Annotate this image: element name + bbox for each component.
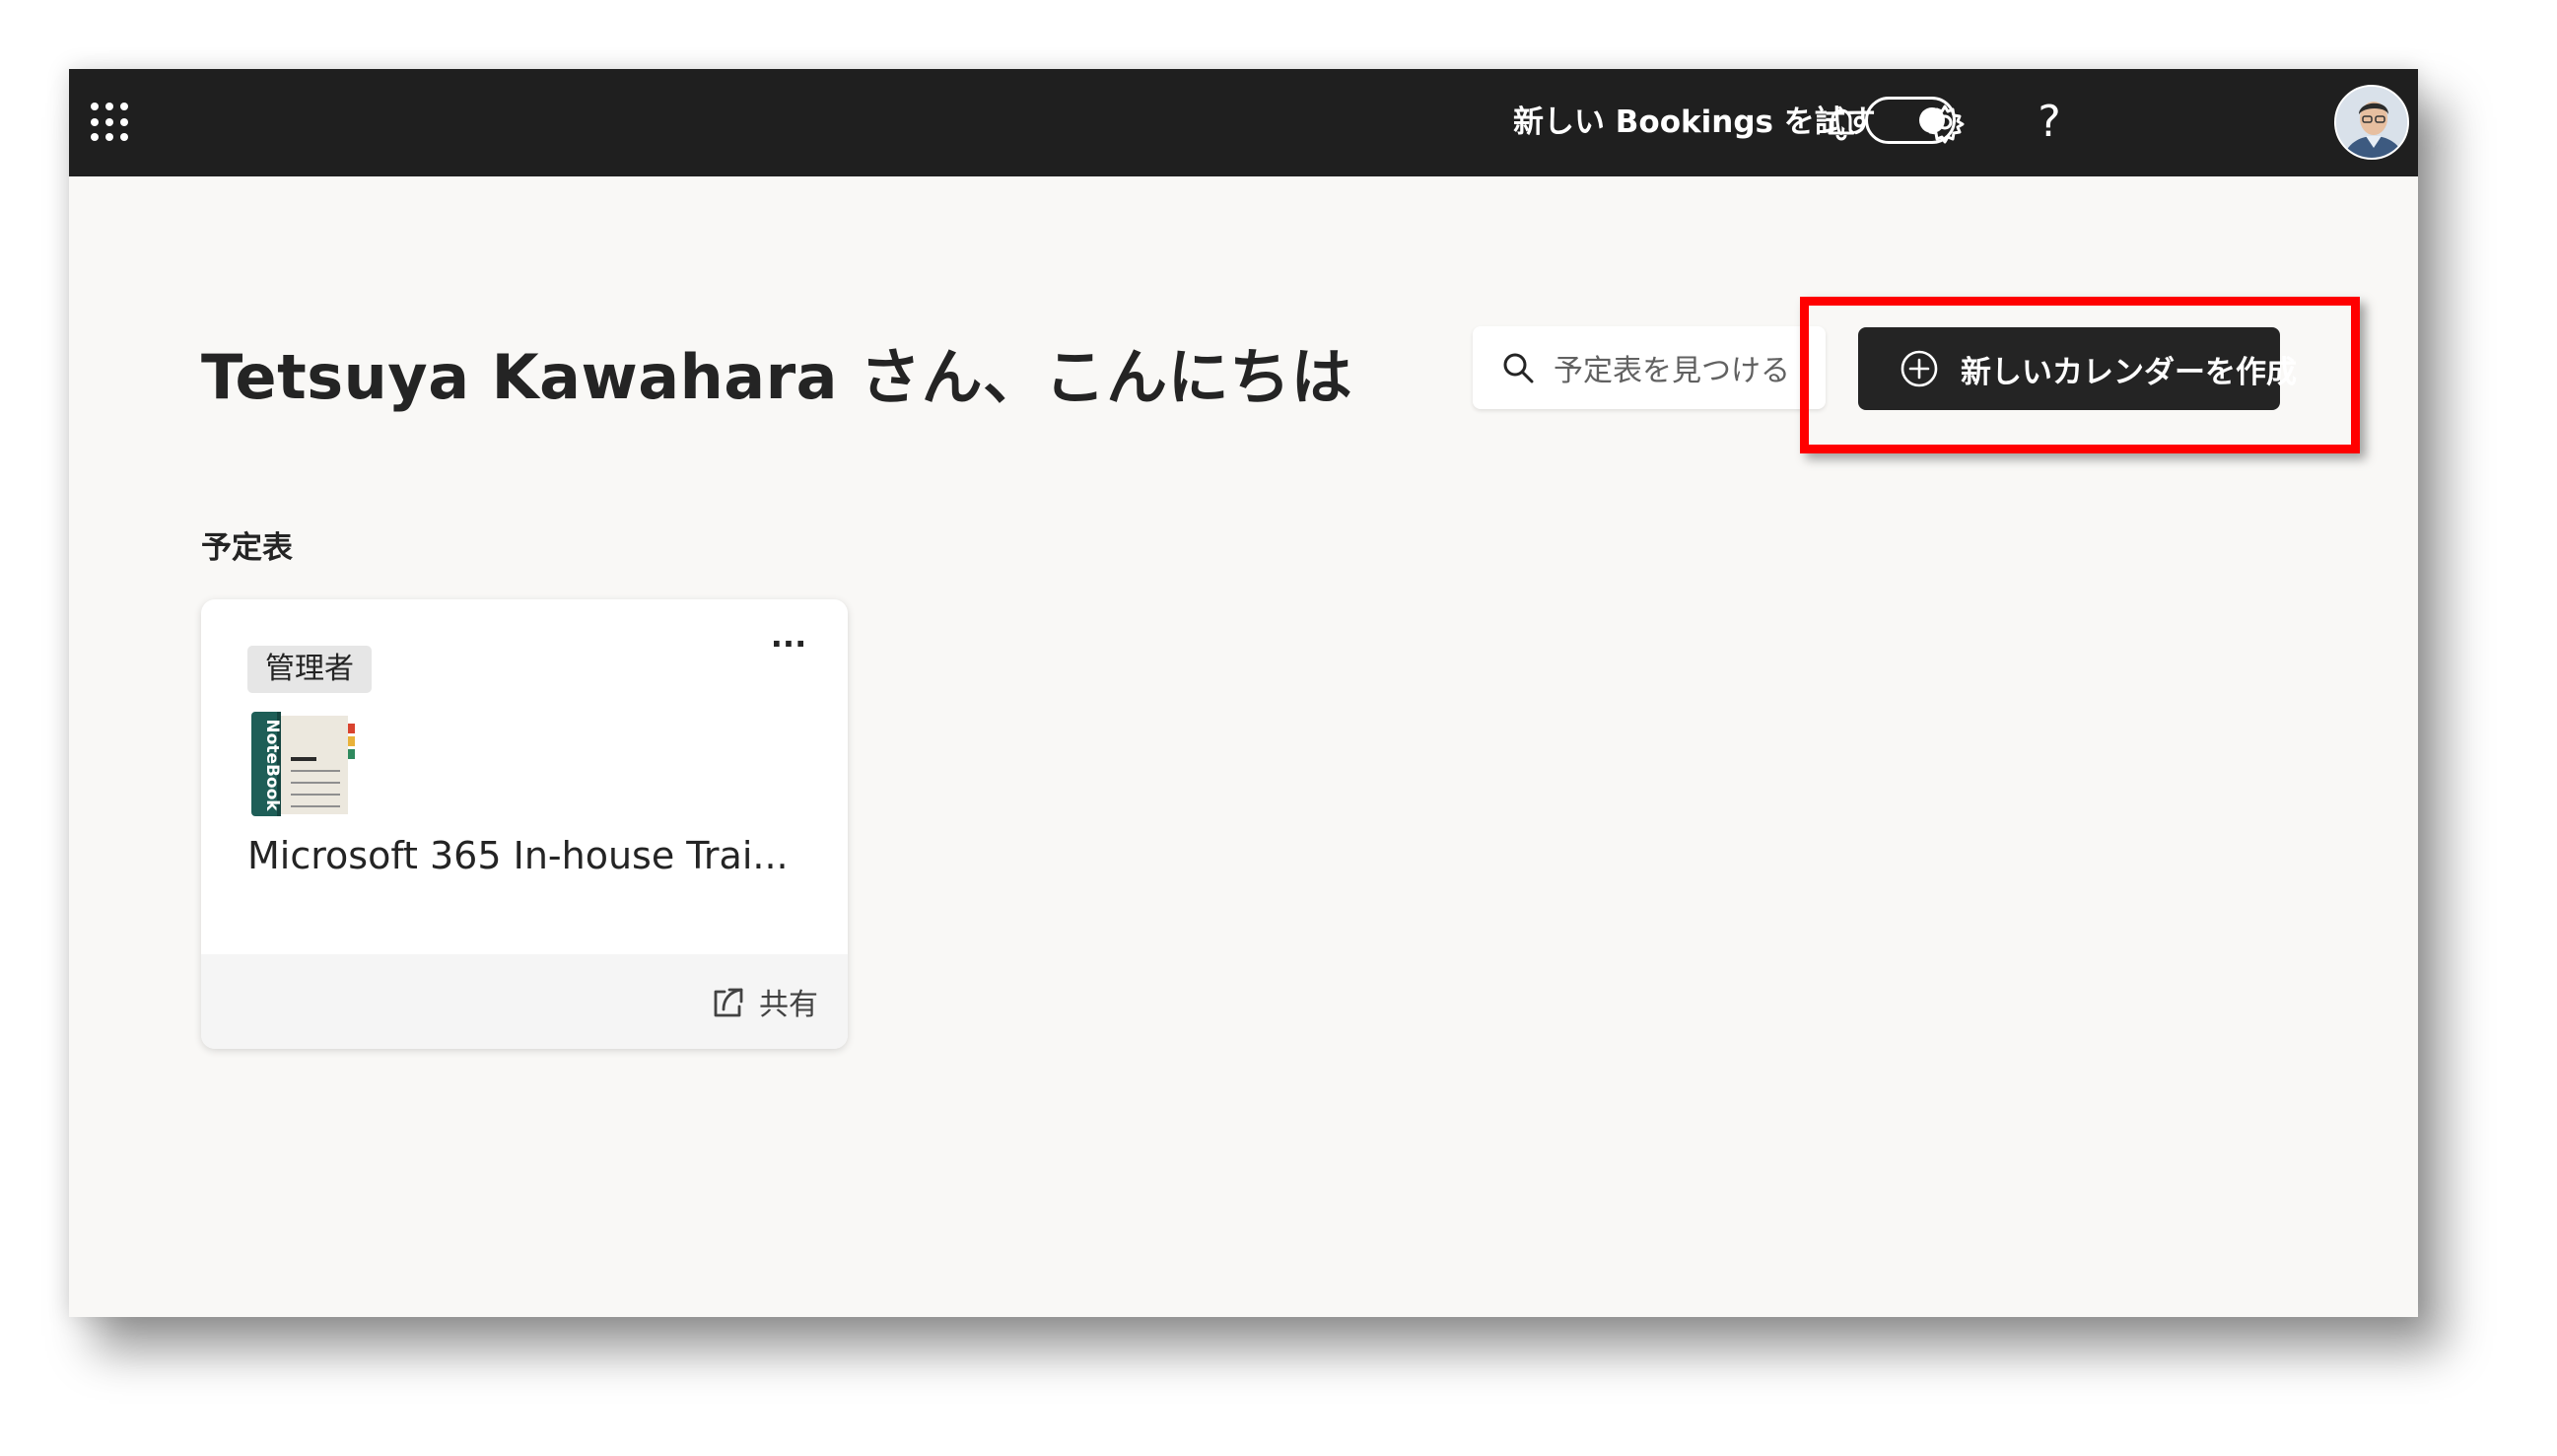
question-icon[interactable]: ? xyxy=(2026,99,2073,146)
highlight-box xyxy=(1800,297,2360,453)
notebook-icon: NoteBook xyxy=(251,712,355,816)
search-icon xyxy=(1503,353,1534,383)
calendar-name[interactable]: Microsoft 365 In-house Trai... xyxy=(247,834,789,877)
bookings-window: 新しい Bookings を試す ? Tetsuya Kawahara さん、こ… xyxy=(69,69,2418,1317)
bell-icon[interactable] xyxy=(1818,99,1865,146)
calendar-search-input[interactable]: 予定表を見つける xyxy=(1473,326,1826,409)
share-label: 共有 xyxy=(759,988,818,1022)
share-button[interactable]: 共有 xyxy=(708,978,818,1025)
waffle-icon[interactable] xyxy=(91,103,130,142)
search-placeholder: 予定表を見つける xyxy=(1554,354,1790,388)
notebook-spine-text: NoteBook xyxy=(262,719,282,811)
role-badge: 管理者 xyxy=(247,646,372,693)
more-options-icon[interactable]: ··· xyxy=(763,628,814,668)
card-footer: 共有 xyxy=(201,954,848,1049)
calendars-section-title: 予定表 xyxy=(201,530,293,566)
help-glyph: ? xyxy=(2038,97,2061,147)
calendar-card[interactable]: 管理者 ··· NoteBook Microsoft 365 In-house … xyxy=(201,599,848,1049)
share-icon xyxy=(714,988,743,1017)
top-bar: 新しい Bookings を試す ? xyxy=(69,69,2418,176)
gear-icon[interactable] xyxy=(1921,99,1969,146)
greeting-title: Tetsuya Kawahara さん、こんにちは xyxy=(201,341,1353,413)
user-avatar[interactable] xyxy=(2334,85,2409,160)
